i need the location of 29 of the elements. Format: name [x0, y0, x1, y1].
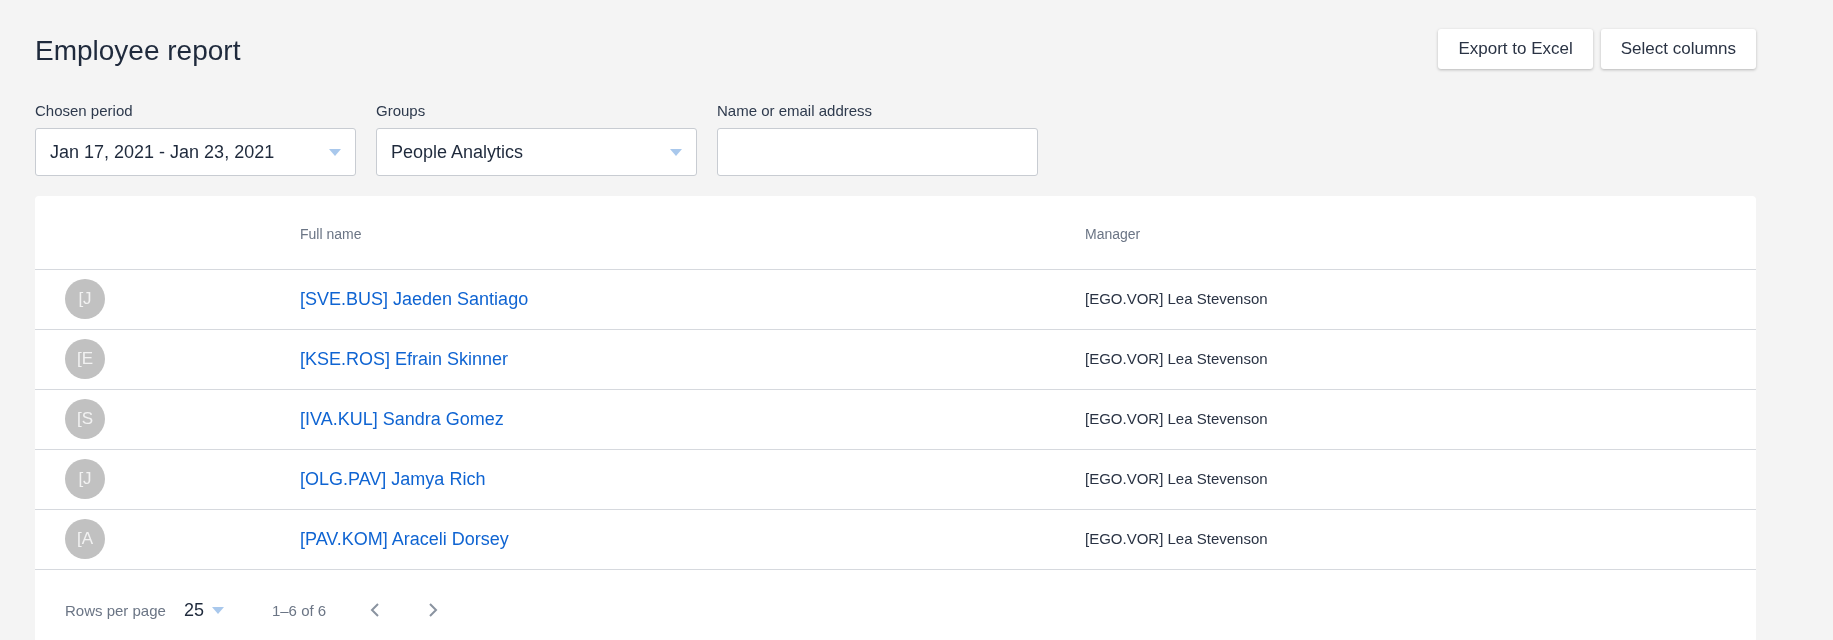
- manager-name: [EGO.VOR] Lea Stevenson: [1085, 350, 1268, 367]
- employee-name-link[interactable]: [PAV.KOM] Araceli Dorsey: [300, 528, 509, 549]
- manager-name: [EGO.VOR] Lea Stevenson: [1085, 530, 1268, 547]
- manager-name: [EGO.VOR] Lea Stevenson: [1085, 410, 1268, 427]
- chevron-right-icon: [428, 602, 439, 618]
- dropdown-caret-icon: [211, 606, 224, 614]
- field-label: Groups: [376, 102, 427, 119]
- dropdown-caret-icon: [329, 148, 341, 156]
- input-field[interactable]: [717, 128, 1038, 176]
- column-header: Manager: [1085, 225, 1141, 242]
- column-header: Full name: [300, 225, 362, 242]
- manager-name: [EGO.VOR] Lea Stevenson: [1085, 470, 1268, 487]
- dropdown-field[interactable]: People Analytics: [376, 128, 697, 176]
- page-range: 1–6 of 6: [271, 601, 327, 619]
- rows-per-page-select[interactable]: 25: [183, 599, 224, 621]
- employee-name-link[interactable]: [OLG.PAV] Jamya Rich: [300, 468, 486, 489]
- dropdown-caret-icon: [670, 148, 682, 156]
- employee-name-link[interactable]: [IVA.KUL] Sandra Gomez: [300, 408, 504, 429]
- employee-name-link[interactable]: [KSE.ROS] Efrain Skinner: [300, 348, 509, 369]
- field-label: Name or email address: [717, 102, 874, 119]
- rows-per-page-label: Rows per page: [65, 601, 166, 619]
- chevron-left-icon: [370, 602, 381, 618]
- dropdown-field[interactable]: Jan 17, 2021 - Jan 23, 2021: [35, 128, 356, 176]
- toolbar-button[interactable]: Select columns: [1600, 29, 1756, 69]
- page-title: Employee report: [35, 35, 241, 67]
- employee-name-link[interactable]: [SVE.BUS] Jaeden Santiago: [300, 288, 529, 309]
- manager-name: [EGO.VOR] Lea Stevenson: [1085, 290, 1268, 307]
- toolbar-button[interactable]: Export to Excel: [1438, 29, 1593, 69]
- field-label: Chosen period: [35, 102, 134, 119]
